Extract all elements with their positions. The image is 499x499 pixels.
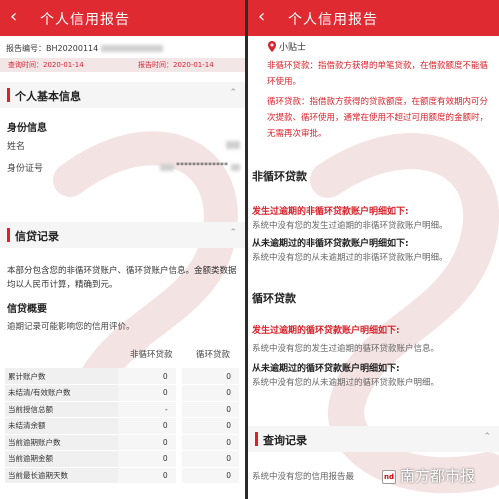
cell-revolving: 0: [181, 450, 239, 468]
revolving-clean-label: 从未逾期过的循环贷款账户明细如下:: [252, 364, 400, 374]
nonrevolving-overdue-label: 发生过逾期的非循环贷款账户明细如下:: [252, 207, 409, 217]
overview-note: 逾期记录可能影响您的信用评价。: [7, 322, 135, 332]
time-strip: 查询时间：2020-01-14 报告时间：2020-01-14: [0, 58, 245, 72]
chevron-up-icon[interactable]: ⌃: [483, 432, 491, 442]
report-number: 报告编号：BH20200114: [6, 43, 163, 54]
back-arrow-icon[interactable]: ‹: [10, 7, 17, 27]
nonrevolving-overdue-empty: 系统中没有您的发生过逾期的非循环贷款账户明细。: [252, 221, 448, 231]
id-number-label: 身份证号: [7, 164, 44, 174]
overview-heading: 信贷概要: [7, 304, 47, 315]
right-screen: ‹ 个人信用报告 小贴士 非循环贷款：指借款方获得的单笔贷款，在借款额度不能循环…: [248, 0, 499, 499]
section-title: 信贷记录: [15, 230, 59, 243]
cell-nonrevolving: 0: [118, 384, 176, 402]
nonrevolving-heading: 非循环贷款: [252, 170, 307, 183]
section-credit-records[interactable]: 信贷记录 ⌃: [0, 222, 245, 248]
chevron-up-icon[interactable]: ⌃: [229, 88, 237, 98]
table-row: 未结清余额 0 0: [5, 417, 239, 435]
section-title: 个人基本信息: [15, 90, 81, 103]
location-pin-icon: [268, 41, 276, 52]
section-title: 查询记录: [263, 434, 307, 447]
report-time: 报告时间：2020-01-14: [138, 61, 214, 69]
nonrevolving-clean-label: 从未逾期过的非循环贷款账户明细如下:: [252, 239, 409, 249]
cell-nonrevolving: 0: [118, 417, 176, 435]
redacted-report-suffix: [100, 45, 163, 52]
section-query-records[interactable]: 查询记录 ⌃: [248, 426, 499, 452]
redacted-id-suffix: [231, 164, 240, 171]
cell-revolving: 0: [181, 384, 239, 402]
col-header-revolving: 循环贷款: [196, 350, 231, 360]
row-label: 累计账户数: [5, 368, 119, 385]
row-label: 未结清/有效账户数: [5, 384, 119, 402]
cell-revolving: 0: [181, 417, 239, 435]
newspaper-logo-text: 南方都市报: [400, 467, 476, 485]
cell-nonrevolving: -: [118, 401, 176, 418]
cell-revolving: 0: [181, 368, 239, 385]
row-label: 当前最长逾期天数: [5, 467, 119, 484]
table-row: 未结清/有效账户数 0 0: [5, 384, 239, 402]
page-title: 个人信用报告: [288, 12, 378, 28]
cell-nonrevolving: 0: [118, 434, 176, 451]
id-number-value: *************: [176, 161, 228, 170]
row-label: 当前逾期金额: [5, 450, 119, 468]
row-label: 未结清余额: [5, 417, 119, 435]
left-screen: ‹ 个人信用报告 报告编号：BH20200114 查询时间：2020-01-14…: [0, 0, 245, 499]
nonrevolving-clean-empty: 系统中没有您的从未逾期过的非循环贷款账户明细。: [252, 253, 448, 263]
col-header-nonrevolving: 非循环贷款: [130, 350, 173, 360]
newspaper-logo-badge: nd: [382, 470, 396, 484]
query-records-empty: 系统中没有您的信用报告最: [252, 472, 355, 482]
cell-revolving: 0: [181, 434, 239, 451]
app-bar: ‹ 个人信用报告: [0, 0, 245, 36]
section-basic-info[interactable]: 个人基本信息 ⌃: [0, 82, 245, 108]
cell-nonrevolving: 0: [118, 467, 176, 484]
identity-heading: 身份信息: [7, 123, 47, 134]
section-marker: [7, 88, 10, 102]
table-row: 当前逾期账户数 0 0: [5, 434, 239, 451]
redacted-name: [226, 141, 240, 149]
credit-summary-table: 累计账户数 0 0 未结清/有效账户数 0 0 当前授信总额 - 0 未结清余额…: [5, 368, 239, 484]
section-marker: [7, 228, 10, 242]
tips-title: 小贴士: [279, 43, 307, 53]
tip-nonrevolving: 非循环贷款：指借款方获得的单笔贷款，在借款额度不能循环使用。: [267, 61, 489, 87]
row-label: 当前逾期账户数: [5, 434, 119, 451]
name-label: 姓名: [7, 142, 26, 152]
query-time: 查询时间：2020-01-14: [8, 61, 84, 69]
tip-revolving: 循环贷款：指借款方获得的贷款额度，在额度有效期内可分次提款、循环使用，通常在使用…: [267, 97, 489, 139]
revolving-heading: 循环贷款: [252, 292, 296, 305]
revolving-overdue-label: 发生过逾期的循环贷款账户明细如下:: [252, 326, 400, 336]
back-arrow-icon[interactable]: ‹: [258, 7, 265, 27]
section-marker: [255, 432, 258, 446]
report-number-label: 报告编号：BH20200114: [6, 44, 99, 53]
cell-revolving: 0: [181, 401, 239, 418]
cell-nonrevolving: 0: [118, 368, 176, 385]
app-bar: ‹ 个人信用报告: [248, 0, 499, 36]
credit-description: 本部分包含您的非循环贷账户、循环贷账户信息。金额类数据均以人民币计算，精确到元。: [7, 266, 237, 290]
redacted-id-prefix: [160, 164, 174, 171]
table-row: 当前最长逾期天数 0 0: [5, 467, 239, 484]
cell-nonrevolving: 0: [118, 450, 176, 468]
revolving-clean-empty: 系统中没有您的从未逾期过的循环贷款账户明细。: [252, 378, 440, 388]
table-row: 当前授信总额 - 0: [5, 401, 239, 418]
table-row: 当前逾期金额 0 0: [5, 450, 239, 468]
revolving-overdue-empty: 系统中没有您的发生过逾期的循环贷款账户信息。: [252, 344, 440, 354]
cell-revolving: 0: [181, 467, 239, 484]
table-row: 累计账户数 0 0: [5, 368, 239, 385]
chevron-up-icon[interactable]: ⌃: [229, 228, 237, 238]
row-label: 当前授信总额: [5, 401, 119, 418]
page-title: 个人信用报告: [40, 12, 130, 28]
